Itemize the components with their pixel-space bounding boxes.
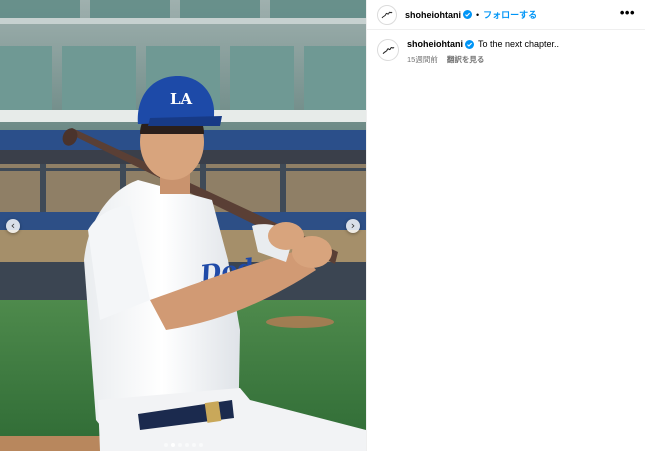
caption-meta: 15週間前 翻訳を見る [407, 54, 559, 65]
more-options-icon[interactable]: ••• [620, 6, 635, 22]
cap-logo: LA [170, 90, 193, 108]
caption-username[interactable]: shoheiohtani [407, 39, 463, 50]
carousel-prev-button[interactable]: ‹ [6, 219, 20, 233]
verified-badge-icon [463, 10, 472, 19]
post-photo: Dodgers LA [0, 0, 366, 451]
caption-body: shoheiohtani To the next chapter.. 15週間前… [407, 39, 559, 65]
avatar[interactable] [377, 4, 397, 25]
post-media[interactable]: Dodgers LA ‹ › [0, 0, 366, 451]
instagram-post: Dodgers LA ‹ › [0, 0, 645, 451]
signature-avatar-icon [382, 46, 394, 54]
carousel-indicator [0, 443, 366, 447]
separator-dot: • [476, 9, 480, 20]
carousel-dot [177, 443, 182, 447]
chevron-left-icon: ‹ [10, 219, 16, 232]
caption-text: To the next chapter.. [478, 39, 560, 49]
carousel-dot [163, 443, 168, 447]
follow-button[interactable]: フォローする [483, 8, 537, 21]
carousel-dot-active [170, 443, 175, 447]
carousel-dot [184, 443, 189, 447]
caption: shoheiohtani To the next chapter.. 15週間前… [367, 30, 645, 65]
chevron-right-icon: › [350, 219, 356, 232]
caption-line: shoheiohtani To the next chapter.. [407, 39, 559, 50]
caption-avatar[interactable] [377, 39, 399, 61]
carousel-dot [198, 443, 203, 447]
header-username[interactable]: shoheiohtani [405, 10, 461, 20]
post-timestamp[interactable]: 15週間前 [407, 54, 438, 65]
see-translation-button[interactable]: 翻訳を見る [447, 54, 485, 65]
carousel-dot [191, 443, 196, 447]
verified-badge-icon [465, 40, 474, 49]
post-side-panel: shoheiohtani • フォローする ••• shoheiohtani T… [366, 0, 645, 451]
signature-avatar-icon [381, 11, 393, 18]
post-header: shoheiohtani • フォローする ••• [367, 0, 645, 30]
carousel-next-button[interactable]: › [346, 219, 360, 233]
